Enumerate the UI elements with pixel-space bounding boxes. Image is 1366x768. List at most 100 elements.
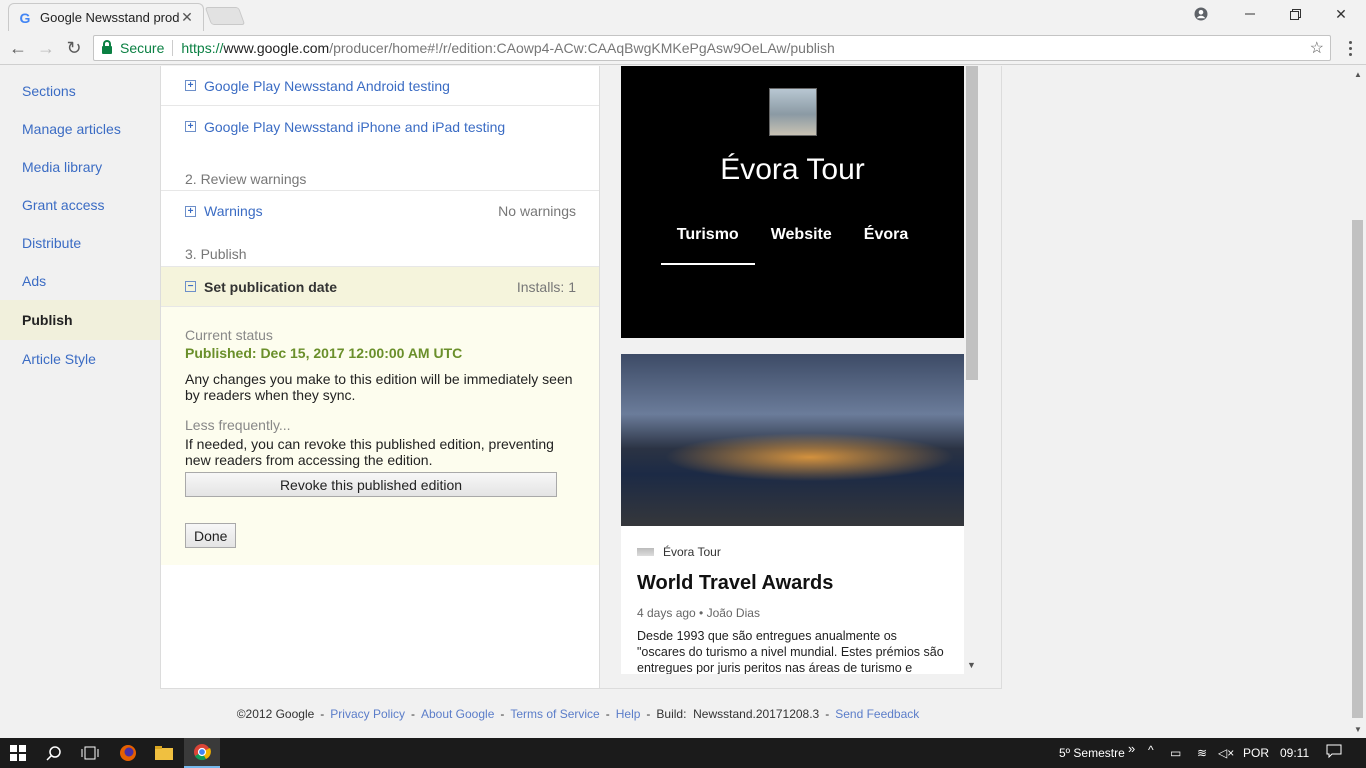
footer: ©2012 Google - Privacy Policy - About Google…: [236, 707, 920, 721]
edition-title: Évora Tour: [720, 153, 865, 186]
tray-overflow-icon[interactable]: »: [1128, 741, 1135, 756]
privacy-link[interactable]: Privacy Policy: [330, 707, 405, 721]
build-value: Newsstand.20171208.3: [693, 707, 820, 721]
build-label: Build:: [656, 707, 687, 721]
testing-ios-row[interactable]: + Google Play Newsstand iPhone and iPad …: [161, 106, 599, 147]
send-feedback-link[interactable]: Send Feedback: [835, 707, 919, 721]
reload-icon[interactable]: ↻: [62, 36, 86, 60]
close-window-icon[interactable]: ✕: [1318, 0, 1364, 28]
expand-icon[interactable]: +: [185, 205, 196, 217]
set-publication-date-label: Set publication date: [204, 278, 338, 295]
task-view-icon[interactable]: [72, 738, 108, 768]
published-status: Published: Dec 15, 2017 12:00:00 AM UTC: [185, 345, 463, 361]
profile-icon[interactable]: [1178, 0, 1224, 28]
sidebar-item-publish[interactable]: Publish: [0, 300, 160, 340]
sidebar-item-sections[interactable]: Sections: [0, 72, 160, 110]
preview-tab-website[interactable]: Website: [755, 224, 848, 265]
tab-title: Google Newsstand producer: [40, 10, 179, 25]
preview-scroll-thumb[interactable]: [966, 66, 978, 380]
done-button[interactable]: Done: [185, 523, 237, 548]
chrome-taskbar-icon[interactable]: [184, 738, 220, 768]
article-card[interactable]: Évora Tour World Travel Awards 4 days ag…: [621, 354, 964, 674]
sidebar-item-distribute[interactable]: Distribute: [0, 224, 160, 262]
warnings-status: No warnings: [498, 203, 576, 219]
page-scroll-thumb[interactable]: [1352, 220, 1363, 718]
address-bar[interactable]: Secure https://www.google.com/producer/h…: [93, 35, 1331, 61]
installs-count: Installs: 1: [516, 278, 576, 295]
tray-label[interactable]: 5º Semestre: [1059, 746, 1125, 760]
url-scheme: https://: [181, 40, 224, 56]
warnings-link[interactable]: Warnings: [204, 203, 263, 219]
lock-icon: [102, 40, 112, 54]
new-tab-button[interactable]: [204, 7, 246, 25]
preview-tab-evora[interactable]: Évora: [848, 224, 924, 265]
scroll-down-icon[interactable]: ▼: [1354, 725, 1362, 734]
language-indicator[interactable]: POR: [1243, 746, 1269, 760]
preview-header: Évora Tour Turismo Website Évora: [621, 66, 964, 338]
scroll-up-icon[interactable]: ▲: [1354, 70, 1362, 79]
publication-details: Current status Published: Dec 15, 2017 1…: [161, 307, 599, 565]
expand-icon[interactable]: +: [185, 121, 196, 132]
forward-icon[interactable]: →: [34, 36, 58, 60]
changes-text: Any changes you make to this edition wil…: [185, 371, 573, 403]
windows-start-icon[interactable]: [0, 738, 36, 768]
page-scrollbar[interactable]: ▲ ▼: [1350, 66, 1366, 738]
copyright: ©2012 Google: [236, 707, 315, 721]
about-link[interactable]: About Google: [421, 707, 494, 721]
browser-menu-icon[interactable]: [1340, 36, 1360, 60]
help-link[interactable]: Help: [616, 707, 641, 721]
sidebar-item-media-library[interactable]: Media library: [0, 148, 160, 186]
edition-preview: Évora Tour Turismo Website Évora Évora T…: [600, 66, 1002, 689]
terms-link[interactable]: Terms of Service: [510, 707, 599, 721]
less-frequently-label: Less frequently...: [185, 417, 291, 433]
testing-ios-link[interactable]: Google Play Newsstand iPhone and iPad te…: [204, 119, 505, 135]
search-icon[interactable]: [36, 738, 72, 768]
back-icon[interactable]: ←: [6, 36, 30, 60]
sidebar-item-ads[interactable]: Ads: [0, 262, 160, 300]
source-logo-icon: [637, 548, 654, 556]
testing-android-row[interactable]: + Google Play Newsstand Android testing: [161, 66, 599, 106]
sidebar-item-grant-access[interactable]: Grant access: [0, 186, 160, 224]
article-source-name: Évora Tour: [663, 545, 721, 559]
google-favicon-icon: G: [19, 9, 31, 26]
battery-icon[interactable]: ▭: [1170, 746, 1181, 760]
restore-icon[interactable]: [1272, 0, 1318, 28]
publish-heading: 3. Publish: [185, 246, 247, 262]
set-publication-date-row[interactable]: − Set publication date Installs: 1: [161, 266, 599, 307]
article-headline: World Travel Awards: [637, 572, 834, 594]
edition-logo-image: [769, 88, 817, 136]
preview-tab-turismo[interactable]: Turismo: [660, 224, 755, 265]
clock[interactable]: 09:11: [1280, 746, 1309, 760]
sidebar-item-manage-articles[interactable]: Manage articles: [0, 110, 160, 148]
windows-taskbar: 5º Semestre » ^ ▭ ≋ ◁× POR 09:11: [0, 738, 1366, 768]
preview-scrollbar[interactable]: ▼: [965, 66, 978, 676]
show-hidden-icons-icon[interactable]: ^: [1148, 743, 1154, 757]
volume-muted-icon[interactable]: ◁×: [1218, 746, 1234, 760]
current-status-label: Current status: [185, 327, 273, 343]
warnings-row[interactable]: + Warnings No warnings: [161, 191, 599, 231]
file-explorer-icon[interactable]: [146, 738, 182, 768]
article-photo: [621, 354, 964, 526]
scroll-down-arrow-icon[interactable]: ▼: [967, 660, 976, 670]
url-path: /producer/home#!/r/edition:CAowp4-ACw:CA…: [329, 40, 835, 56]
article-source: Évora Tour: [637, 545, 964, 559]
article-meta: 4 days ago • João Dias: [637, 606, 760, 620]
bookmark-star-icon[interactable]: ☆: [1310, 38, 1324, 58]
sidebar-item-article-style[interactable]: Article Style: [0, 340, 160, 378]
preview-tabs: Turismo Website Évora: [621, 224, 964, 265]
network-icon[interactable]: ≋: [1197, 746, 1207, 760]
close-tab-icon[interactable]: ✕: [179, 9, 195, 26]
collapse-icon[interactable]: −: [185, 281, 196, 292]
notifications-icon[interactable]: [1326, 744, 1342, 761]
minimize-icon[interactable]: [1227, 0, 1273, 28]
secure-label: Secure: [120, 40, 165, 56]
testing-android-link[interactable]: Google Play Newsstand Android testing: [204, 78, 450, 94]
article-excerpt: Desde 1993 que são entregues anualmente …: [637, 629, 944, 674]
expand-icon[interactable]: +: [185, 80, 196, 91]
browser-tab[interactable]: G Google Newsstand producer ✕: [8, 3, 204, 31]
revoke-edition-button[interactable]: Revoke this published edition: [185, 472, 557, 497]
browser-toolbar: ← → ↻ Secure https://www.google.com/prod…: [0, 31, 1366, 65]
url-host: www.google.com: [223, 40, 330, 56]
publish-panel: + Google Play Newsstand Android testing …: [160, 66, 600, 689]
firefox-icon[interactable]: [110, 738, 146, 768]
